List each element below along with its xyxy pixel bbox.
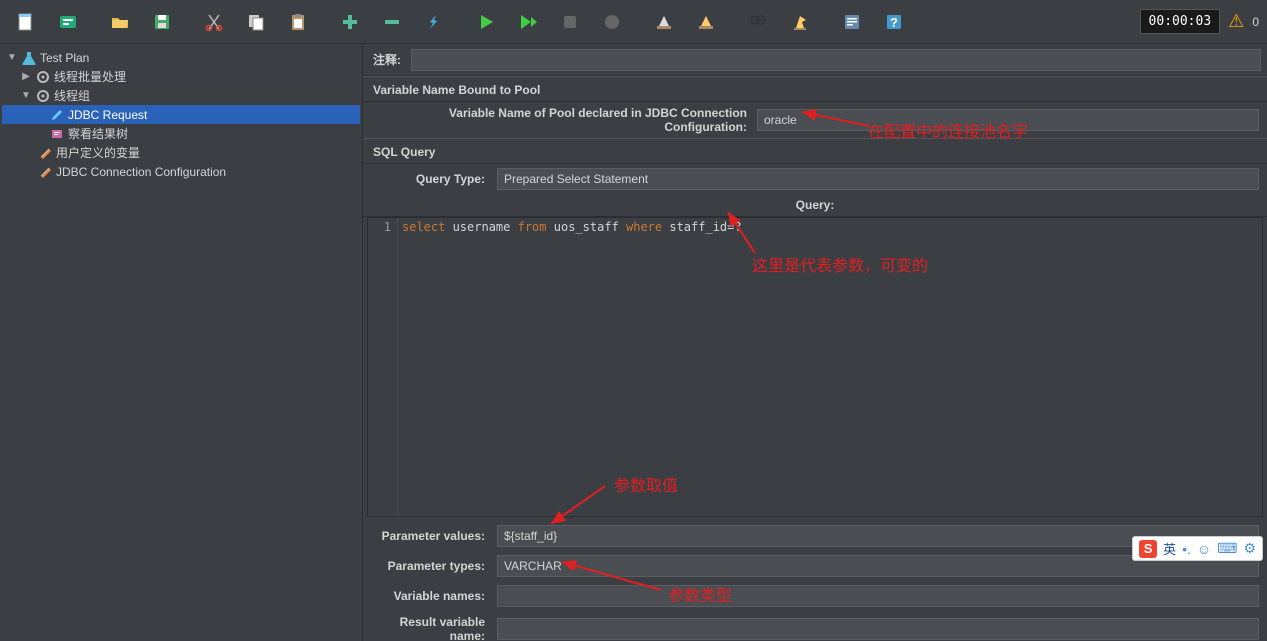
warning-icon[interactable]: ⚠ bbox=[1228, 11, 1244, 32]
new-icon[interactable] bbox=[6, 4, 46, 40]
toggle-icon[interactable] bbox=[414, 4, 454, 40]
start-icon[interactable] bbox=[466, 4, 506, 40]
tree-label: 察看结果树 bbox=[68, 125, 128, 142]
gear-icon bbox=[35, 69, 51, 85]
ime-toolbar[interactable]: S 英 •. ☺ ⌨ ⚙ bbox=[1132, 536, 1263, 561]
templates-icon[interactable] bbox=[48, 4, 88, 40]
tree-jdbc-request[interactable]: JDBC Request bbox=[2, 105, 360, 124]
gear-icon bbox=[35, 88, 51, 104]
tree-root[interactable]: ▼ Test Plan bbox=[2, 48, 360, 67]
query-header: Query: bbox=[363, 194, 1267, 217]
query-editor[interactable]: 1 select username from uos_staff where s… bbox=[367, 217, 1263, 517]
variable-names-label: Variable names: bbox=[371, 589, 491, 603]
ime-lang[interactable]: 英 bbox=[1163, 539, 1176, 558]
toolbar: ? 00:00:03 ⚠ 0 bbox=[0, 0, 1267, 44]
clear-icon[interactable] bbox=[644, 4, 684, 40]
group-sql-title: SQL Query bbox=[363, 138, 1267, 164]
tree-label: JDBC Connection Configuration bbox=[56, 165, 226, 179]
tree-label: 线程组 bbox=[54, 87, 90, 104]
shutdown-icon[interactable] bbox=[592, 4, 632, 40]
tree-user-variables[interactable]: 用户定义的变量 bbox=[2, 143, 360, 162]
expand-icon[interactable] bbox=[330, 4, 370, 40]
tools-icon bbox=[37, 145, 53, 161]
test-plan-tree[interactable]: ▼ Test Plan ▶ 线程批量处理 ▼ 线程组 JDBC Request … bbox=[0, 44, 363, 641]
param-types-label: Parameter types: bbox=[371, 559, 491, 573]
ime-emoji-icon[interactable]: ☺ bbox=[1197, 541, 1211, 557]
pipette-icon bbox=[49, 107, 65, 123]
copy-icon[interactable] bbox=[236, 4, 276, 40]
elapsed-timer: 00:00:03 bbox=[1140, 9, 1221, 34]
function-helper-icon[interactable] bbox=[832, 4, 872, 40]
query-type-label: Query Type: bbox=[371, 172, 491, 186]
ime-settings-icon[interactable]: ⚙ bbox=[1243, 540, 1256, 557]
reset-search-icon[interactable] bbox=[780, 4, 820, 40]
tree-label: 线程批量处理 bbox=[54, 68, 126, 85]
clear-all-icon[interactable] bbox=[686, 4, 726, 40]
collapse-icon[interactable] bbox=[372, 4, 412, 40]
start-no-pause-icon[interactable] bbox=[508, 4, 548, 40]
query-type-select[interactable] bbox=[497, 168, 1259, 190]
sql-code[interactable]: select username from uos_staff where sta… bbox=[398, 218, 1262, 516]
comment-label: 注释: bbox=[363, 47, 411, 72]
result-var-label: Result variable name: bbox=[371, 615, 491, 641]
line-number: 1 bbox=[368, 218, 398, 516]
error-count: 0 bbox=[1252, 15, 1261, 29]
group-pool-title: Variable Name Bound to Pool bbox=[363, 76, 1267, 102]
ime-keyboard-icon[interactable]: ⌨ bbox=[1217, 540, 1237, 557]
cut-icon[interactable] bbox=[194, 4, 234, 40]
tree-results-tree[interactable]: 察看结果树 bbox=[2, 124, 360, 143]
tree-jdbc-config[interactable]: JDBC Connection Configuration bbox=[2, 162, 360, 181]
paste-icon[interactable] bbox=[278, 4, 318, 40]
svg-text:?: ? bbox=[890, 15, 898, 30]
results-icon bbox=[49, 126, 65, 142]
ime-punct-icon[interactable]: •. bbox=[1182, 541, 1191, 557]
save-icon[interactable] bbox=[142, 4, 182, 40]
flask-icon bbox=[21, 50, 37, 66]
tree-label: Test Plan bbox=[40, 51, 89, 65]
tree-thread-group[interactable]: ▼ 线程组 bbox=[2, 86, 360, 105]
help-icon[interactable]: ? bbox=[874, 4, 914, 40]
pool-name-input[interactable] bbox=[757, 109, 1259, 131]
ime-logo-icon: S bbox=[1139, 540, 1157, 558]
pool-name-label: Variable Name of Pool declared in JDBC C… bbox=[371, 106, 751, 134]
tree-thread-batch[interactable]: ▶ 线程批量处理 bbox=[2, 67, 360, 86]
open-icon[interactable] bbox=[100, 4, 140, 40]
tree-label: 用户定义的变量 bbox=[56, 144, 140, 161]
param-values-label: Parameter values: bbox=[371, 529, 491, 543]
tree-label: JDBC Request bbox=[68, 108, 147, 122]
comment-input[interactable] bbox=[411, 49, 1261, 71]
stop-icon[interactable] bbox=[550, 4, 590, 40]
tools-icon bbox=[37, 164, 53, 180]
search-icon[interactable] bbox=[738, 4, 778, 40]
variable-names-input[interactable] bbox=[497, 585, 1259, 607]
result-var-input[interactable] bbox=[497, 618, 1259, 640]
